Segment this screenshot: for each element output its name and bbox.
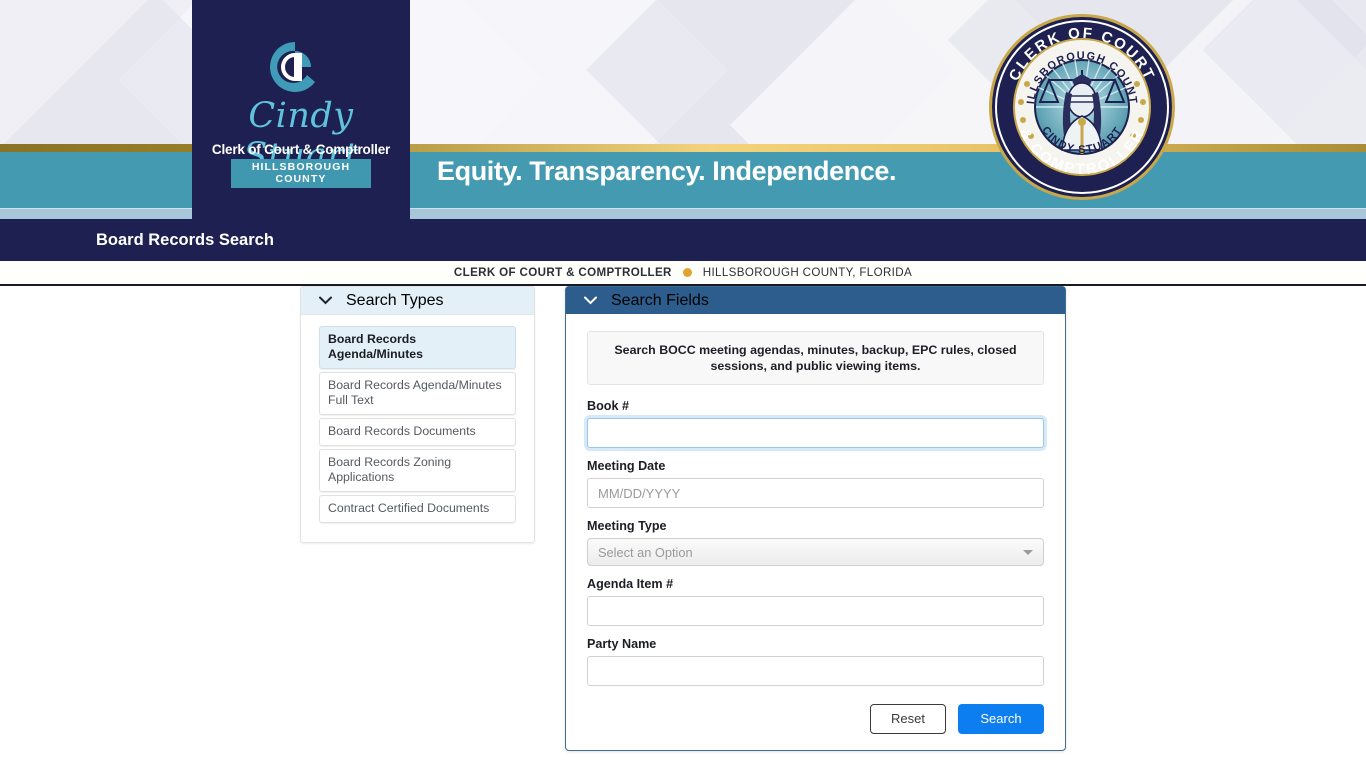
search-fields-header[interactable]: Search Fields [566, 287, 1065, 314]
agenda-item-number-label: Agenda Item # [587, 577, 674, 591]
agenda-item-number-input[interactable] [587, 596, 1044, 626]
form-actions: Reset Search [587, 704, 1044, 734]
meeting-type-selected-value: Select an Option [598, 544, 693, 560]
field-group-meeting-type: Meeting Type Select an Option [587, 519, 1044, 566]
sidebar-item-board-records-agenda-minutes[interactable]: Board Records Agenda/Minutes [319, 326, 516, 369]
logo-county-label: HILLSBOROUGH COUNTY [231, 159, 371, 188]
reset-button[interactable]: Reset [870, 704, 946, 734]
sidebar-item-board-records-agenda-minutes-full-text[interactable]: Board Records Agenda/Minutes Full Text [319, 372, 516, 415]
sidebar-item-contract-certified-documents[interactable]: Contract Certified Documents [319, 495, 516, 523]
field-group-meeting-date: Meeting Date [587, 459, 1044, 508]
breadcrumb-location: HILLSBOROUGH COUNTY, FLORIDA [702, 266, 913, 279]
breadcrumb: CLERK OF COURT & COMPTROLLER HILLSBOROUG… [0, 261, 1366, 286]
page-title-bar: Board Records Search [0, 219, 1366, 261]
c-monogram-icon [264, 36, 326, 98]
meeting-type-label: Meeting Type [587, 519, 667, 533]
party-name-label: Party Name [587, 637, 657, 651]
search-scope-notice: Search BOCC meeting agendas, minutes, ba… [587, 331, 1044, 385]
field-group-book-number: Book # [587, 399, 1044, 448]
dot-separator-icon [682, 268, 692, 277]
meeting-date-input[interactable] [587, 478, 1044, 508]
page-title: Board Records Search [96, 230, 274, 249]
county-seal: CLERK OF COURT & COMPTROLLER HILLSBOROUG… [982, 3, 1177, 202]
logo-subtitle: Clerk of Court & Comptroller [211, 142, 391, 157]
field-group-agenda-item-number: Agenda Item # [587, 577, 1044, 626]
caret-down-icon[interactable] [1023, 550, 1033, 555]
search-fields-panel: Search Fields Search BOCC meeting agenda… [565, 286, 1066, 751]
tagline: Equity. Transparency. Independence. [437, 156, 897, 186]
party-name-input[interactable] [587, 656, 1044, 686]
main-content: Search Types Board Records Agenda/Minute… [0, 286, 1366, 767]
search-fields-header-label: Search Fields [611, 291, 709, 309]
search-types-header-label: Search Types [346, 291, 444, 309]
search-button[interactable]: Search [958, 704, 1044, 734]
search-types-panel: Search Types Board Records Agenda/Minute… [300, 286, 535, 543]
search-types-list: Board Records Agenda/Minutes Board Recor… [301, 315, 534, 542]
meeting-type-select[interactable]: Select an Option [587, 538, 1044, 566]
breadcrumb-office: CLERK OF COURT & COMPTROLLER [453, 266, 672, 279]
book-number-label: Book # [587, 399, 629, 413]
field-group-party-name: Party Name [587, 637, 1044, 686]
chevron-down-icon[interactable] [319, 292, 332, 310]
chevron-down-icon[interactable] [584, 292, 597, 310]
search-form: Search BOCC meeting agendas, minutes, ba… [566, 314, 1065, 750]
sidebar-item-board-records-zoning-applications[interactable]: Board Records Zoning Applications [319, 449, 516, 492]
meeting-date-label: Meeting Date [587, 459, 666, 473]
site-header: Equity. Transparency. Independence. Cind… [0, 0, 1366, 219]
book-number-input[interactable] [587, 418, 1044, 448]
sidebar-item-board-records-documents[interactable]: Board Records Documents [319, 418, 516, 446]
search-types-header[interactable]: Search Types [301, 287, 534, 315]
clerk-logo-panel: Cindy Stuart Clerk of Court & Comptrolle… [192, 0, 410, 219]
